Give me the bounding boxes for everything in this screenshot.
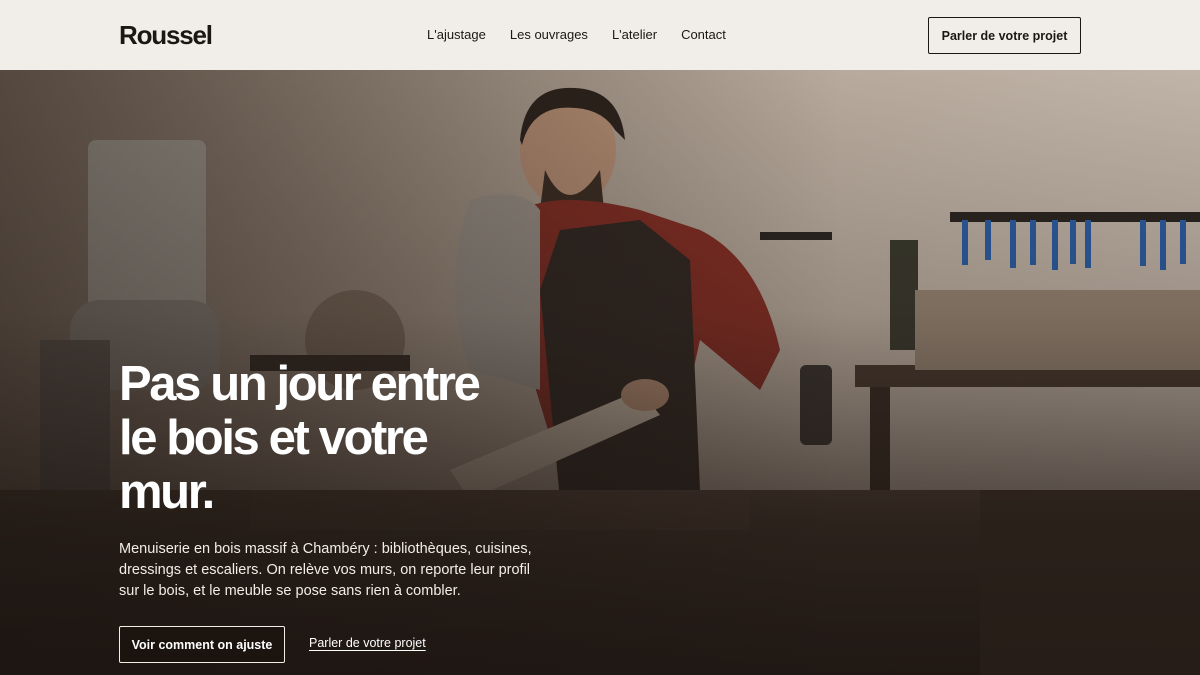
hero-project-link[interactable]: Parler de votre projet (309, 636, 426, 650)
hero-headline-line-3: mur. (119, 465, 215, 519)
hero-headline-line-1: Pas un jour entre (119, 357, 481, 411)
nav-item-atelier[interactable]: L'atelier (612, 27, 657, 42)
main-nav: L'ajustage Les ouvrages L'atelier Contac… (427, 27, 726, 42)
see-how-button[interactable]: Voir comment on ajuste (119, 626, 285, 663)
nav-item-contact[interactable]: Contact (681, 27, 726, 42)
site-header: Roussel L'ajustage Les ouvrages L'atelie… (0, 0, 1200, 70)
hero-headline-line-2: le bois et votre (119, 411, 429, 465)
hero-headline: Pas un jour entre le bois et votre mur. (119, 357, 539, 519)
nav-item-ajustage[interactable]: L'ajustage (427, 27, 486, 42)
hero-section: Pas un jour entre le bois et votre mur. … (0, 70, 1200, 675)
header-project-button[interactable]: Parler de votre projet (928, 17, 1081, 54)
hero-lede: Menuiserie en bois massif à Chambéry : b… (119, 541, 532, 599)
nav-item-ouvrages[interactable]: Les ouvrages (510, 27, 588, 42)
brand-logo[interactable]: Roussel (119, 20, 213, 51)
